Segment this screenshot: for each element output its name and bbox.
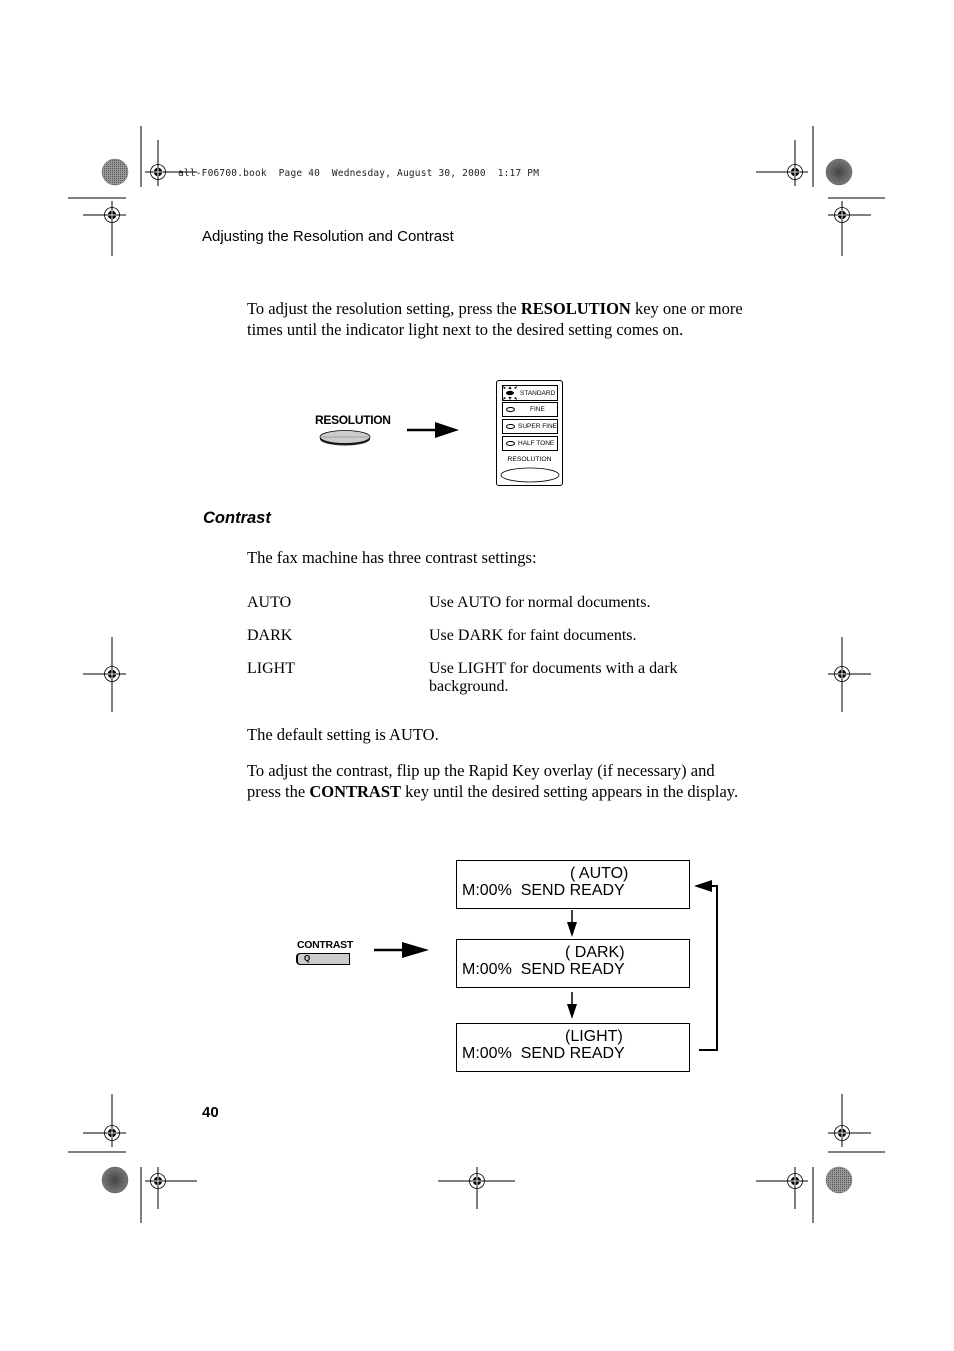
- indicator-light-off-icon: [506, 440, 515, 447]
- setting-term-dark: DARK: [247, 627, 293, 644]
- page-number: 40: [202, 1104, 219, 1121]
- print-header: all-F06700.book Page 40 Wednesday, Augus…: [178, 168, 539, 179]
- contrast-instructions-text-2: key until the desired setting appears in…: [401, 782, 739, 801]
- option-label: FINE: [530, 406, 545, 413]
- indicator-light-off-icon: [506, 423, 515, 430]
- resolution-panel-key[interactable]: [499, 466, 561, 484]
- registration-mark-bottom-center: [438, 1167, 515, 1209]
- lcd-display-auto: ( AUTO) M:00% SEND READY: [456, 860, 690, 909]
- print-header-date: Wednesday, August 30, 2000: [331, 168, 486, 179]
- resolution-option-fine[interactable]: FINE: [502, 402, 558, 417]
- contrast-key-label: CONTRAST: [297, 939, 353, 951]
- lcd-status: M:00% SEND READY: [462, 961, 625, 978]
- lcd-mode: ( AUTO): [570, 865, 629, 882]
- option-label: SUPER FINE: [518, 423, 558, 430]
- loop-back-arrow-icon: [694, 880, 718, 1051]
- resolution-key-name: RESOLUTION: [520, 299, 631, 318]
- arrow-down-icon: [567, 910, 577, 937]
- contrast-key-name: CONTRAST: [309, 782, 402, 801]
- print-header-filename: all-F06700.book: [178, 168, 267, 179]
- setting-desc-light: Use LIGHT for documents with a dark back…: [429, 660, 678, 695]
- arrow-right-icon: [407, 422, 459, 438]
- print-header-page: Page 40: [278, 168, 321, 179]
- lcd-display-light: (LIGHT) M:00% SEND READY: [456, 1023, 690, 1072]
- setting-desc-auto: Use AUTO for normal documents.: [429, 594, 651, 611]
- setting-term-auto: AUTO: [247, 594, 292, 611]
- contrast-key-button[interactable]: Q: [296, 953, 350, 965]
- lcd-mode: ( DARK): [565, 944, 625, 961]
- registration-mark-middle-left: [83, 637, 126, 712]
- resolution-intro-text-1: To adjust the resolution setting, press …: [247, 299, 521, 318]
- color-target-top-left: [101, 158, 129, 186]
- contrast-key-glyph: Q: [304, 954, 311, 963]
- option-label: STANDARD: [520, 389, 556, 397]
- resolution-option-super-fine[interactable]: SUPER FINE: [502, 419, 558, 434]
- registration-mark-top-right: [756, 126, 885, 256]
- resolution-key-label: RESOLUTION: [315, 413, 391, 427]
- section-header: Adjusting the Resolution and Contrast: [202, 228, 454, 245]
- default-setting-note: The default setting is AUTO.: [247, 725, 439, 744]
- color-target-top-right: [825, 158, 853, 186]
- registration-mark-middle-right: [828, 637, 871, 712]
- lcd-status: M:00% SEND READY: [462, 1045, 625, 1062]
- resolution-intro: To adjust the resolution setting, press …: [247, 298, 747, 340]
- contrast-intro: The fax machine has three contrast setti…: [247, 548, 537, 567]
- indicator-light-off-icon: [506, 406, 515, 413]
- resolution-option-half-tone[interactable]: HALF TONE: [502, 436, 558, 451]
- contrast-heading: Contrast: [203, 509, 271, 527]
- registration-mark-bottom-left: [68, 1094, 197, 1223]
- contrast-instructions: To adjust the contrast, flip up the Rapi…: [247, 760, 742, 802]
- color-target-bottom-right: [825, 1166, 853, 1194]
- color-target-bottom-left: [101, 1166, 129, 1194]
- print-header-time: 1:17 PM: [497, 168, 540, 179]
- arrow-right-icon: [374, 942, 429, 958]
- resolution-panel-label: RESOLUTION: [507, 456, 552, 463]
- resolution-panel: STANDARD FINE SUPER FINE HALF TONE RESOL…: [496, 380, 563, 486]
- lcd-mode: (LIGHT): [565, 1028, 623, 1045]
- resolution-key-button[interactable]: [318, 428, 374, 448]
- lcd-display-dark: ( DARK) M:00% SEND READY: [456, 939, 690, 988]
- option-label: HALF TONE: [518, 440, 555, 447]
- registration-mark-bottom-right: [756, 1094, 885, 1223]
- lcd-status: M:00% SEND READY: [462, 882, 625, 899]
- registration-mark-top-left: [68, 126, 197, 256]
- indicator-light-on-icon: [503, 386, 517, 400]
- resolution-option-standard[interactable]: STANDARD: [502, 385, 558, 401]
- arrow-down-icon: [567, 992, 577, 1019]
- setting-desc-dark: Use DARK for faint documents.: [429, 627, 637, 644]
- setting-term-light: LIGHT: [247, 660, 295, 677]
